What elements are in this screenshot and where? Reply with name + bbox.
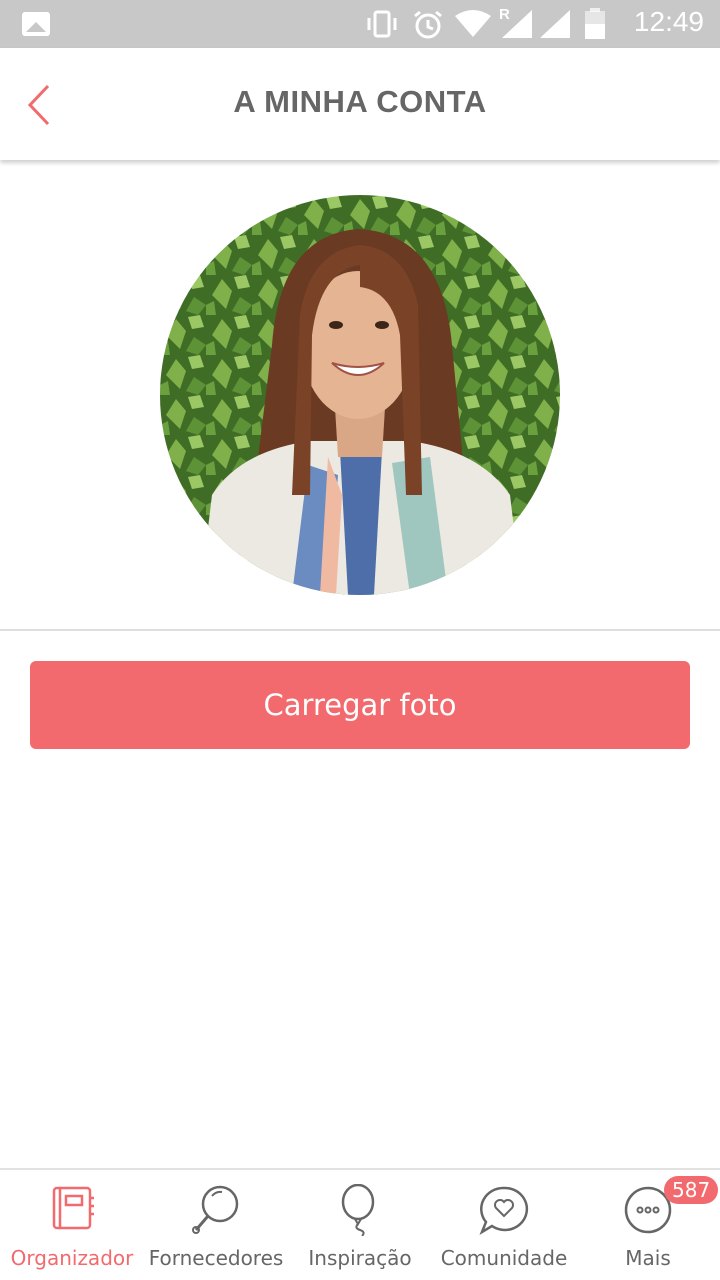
- notification-badge: 587: [664, 1176, 719, 1204]
- upload-photo-button[interactable]: Carregar foto: [30, 661, 690, 749]
- bottom-nav: Organizador Fornecedores Inspiração Comu…: [0, 1168, 720, 1280]
- wifi-icon: [455, 10, 491, 37]
- clock: 12:49: [633, 6, 704, 37]
- vibrate-icon: [367, 10, 397, 38]
- chat-heart-icon: [479, 1186, 529, 1235]
- gallery-icon: [22, 12, 50, 36]
- nav-item-inspiracao[interactable]: Inspiração: [288, 1170, 432, 1280]
- nav-label-fornecedores: Fornecedores: [148, 1246, 284, 1270]
- nav-label-comunidade: Comunidade: [440, 1246, 568, 1270]
- page-title: A MINHA CONTA: [233, 84, 487, 119]
- nav-item-comunidade[interactable]: Comunidade: [432, 1170, 576, 1280]
- app-bar: A MINHA CONTA: [0, 48, 720, 160]
- search-icon: [192, 1185, 239, 1234]
- section-divider: [0, 629, 720, 631]
- nav-item-mais[interactable]: 587 Mais: [576, 1170, 720, 1280]
- profile-photo[interactable]: [160, 195, 560, 595]
- signal-icon: [502, 10, 532, 38]
- nav-label-organizador: Organizador: [10, 1246, 134, 1270]
- alarm-icon: [414, 10, 442, 39]
- nav-label-mais: Mais: [625, 1246, 671, 1270]
- nav-label-inspiracao: Inspiração: [308, 1246, 412, 1270]
- planner-icon: [52, 1186, 94, 1230]
- profile-photo-section: [0, 160, 720, 630]
- battery-icon: [585, 8, 605, 39]
- nav-item-fornecedores[interactable]: Fornecedores: [144, 1170, 288, 1280]
- balloon-icon: [341, 1184, 375, 1236]
- status-bar: R 12:49: [0, 0, 720, 48]
- signal-icon-secondary: [540, 10, 570, 38]
- nav-item-organizador[interactable]: Organizador: [0, 1170, 144, 1280]
